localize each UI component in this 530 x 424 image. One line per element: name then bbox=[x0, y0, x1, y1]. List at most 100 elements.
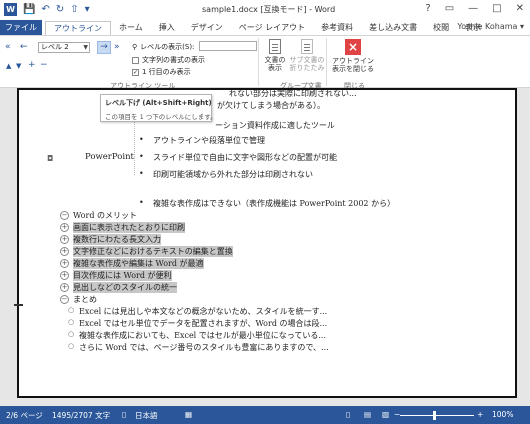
collapse-button[interactable]: − bbox=[40, 60, 48, 70]
table-bullet: 印刷可能領域から外れた部分は印刷されない bbox=[139, 169, 313, 180]
quick-access-toolbar: W 💾 ↶ ↻ ⇧ ▾ bbox=[4, 3, 90, 16]
table-row-label: PowerPoint bbox=[85, 152, 134, 162]
demote-to-body-button[interactable]: » bbox=[114, 42, 120, 52]
expand-icon[interactable]: + bbox=[60, 223, 69, 232]
expand-icon[interactable]: + bbox=[60, 283, 69, 292]
show-text-format-row[interactable]: 文字列の書式の表示 bbox=[132, 55, 205, 65]
outline-item[interactable]: + 画面に表示されたとおりに印刷 bbox=[60, 222, 185, 233]
page-count[interactable]: 2/6 ページ bbox=[6, 410, 43, 421]
ribbon-display-icon[interactable]: ▭ bbox=[445, 3, 454, 14]
outline-text: Word のメリット bbox=[73, 211, 137, 220]
collapse-icon[interactable]: − bbox=[60, 295, 69, 304]
show-text-format-label: 文字列の書式の表示 bbox=[142, 56, 205, 64]
proofing-icon[interactable]: ▯ bbox=[122, 410, 126, 419]
outline-item[interactable]: − Word のメリット bbox=[60, 210, 137, 221]
expand-icon[interactable]: + bbox=[60, 235, 69, 244]
zoom-slider-thumb[interactable] bbox=[433, 411, 436, 420]
show-first-line-checkbox[interactable]: ✓ bbox=[132, 68, 139, 76]
outline-text: 目次作成には Word が便利 bbox=[73, 270, 172, 281]
save-icon[interactable]: 💾 bbox=[23, 3, 35, 16]
close-outline-label-bottom: 表示を閉じる bbox=[332, 65, 374, 73]
close-window-icon[interactable]: ✕ bbox=[516, 3, 524, 14]
outline-text: 複雑な表作成や編集は Word が最適 bbox=[73, 258, 204, 269]
outline-text: まとめ bbox=[73, 295, 97, 304]
expand-button[interactable]: + bbox=[28, 60, 36, 70]
outline-text: 画面に表示されたとおりに印刷 bbox=[73, 222, 185, 233]
tab-mailings[interactable]: 差し込み文書 bbox=[361, 21, 425, 35]
expand-icon[interactable]: + bbox=[60, 247, 69, 256]
chevron-down-icon: ▼ bbox=[83, 44, 88, 51]
minimize-icon[interactable]: — bbox=[468, 3, 478, 14]
outline-subitem[interactable]: Excel には見出しや本文などの概念がないため、スタイルを統一す... bbox=[68, 306, 327, 317]
tab-home[interactable]: ホーム bbox=[111, 21, 151, 35]
tab-page-layout[interactable]: ページ レイアウト bbox=[231, 21, 313, 35]
window-title: sample1.docx [互換モード] - Word bbox=[202, 5, 336, 14]
expand-icon[interactable]: + bbox=[60, 271, 69, 280]
tab-outline[interactable]: アウトライン bbox=[45, 21, 111, 35]
move-down-button[interactable]: ▼ bbox=[16, 61, 21, 71]
demote-tooltip: レベル下げ (Alt+Shift+Right) この項目を 1 つ下のレベルにし… bbox=[100, 94, 217, 122]
show-text-format-checkbox[interactable] bbox=[132, 56, 139, 64]
tab-file[interactable]: ファイル bbox=[0, 20, 42, 35]
group-divider bbox=[326, 38, 327, 86]
tooltip-title: レベル下げ (Alt+Shift+Right) bbox=[105, 99, 212, 107]
maximize-icon[interactable]: □ bbox=[492, 3, 501, 14]
tab-design[interactable]: デザイン bbox=[183, 21, 231, 35]
tab-insert[interactable]: 挿入 bbox=[151, 21, 183, 35]
document-icon bbox=[269, 39, 281, 54]
outline-item[interactable]: + 文字修正などにおけるテキストの編集と置換 bbox=[60, 246, 233, 257]
outline-item[interactable]: + 目次作成には Word が便利 bbox=[60, 270, 172, 281]
outline-text: 複数行にわたる長文入力 bbox=[73, 234, 161, 245]
show-level-select[interactable] bbox=[199, 41, 257, 51]
expand-icon[interactable]: + bbox=[60, 259, 69, 268]
promote-button[interactable]: ← bbox=[20, 42, 28, 52]
print-layout-icon[interactable]: ▤ bbox=[364, 410, 371, 419]
outline-level-select[interactable]: レベル 2 ▼ bbox=[38, 42, 90, 53]
table-bullet: 複雑な表作成はできない（表作成機能は PowerPoint 2002 から） bbox=[139, 198, 395, 209]
show-first-line-label: 1 行目のみ表示 bbox=[142, 68, 191, 76]
word-count[interactable]: 1495/2707 文字 bbox=[52, 410, 110, 421]
outline-item[interactable]: + 複数行にわたる長文入力 bbox=[60, 234, 161, 245]
help-icon[interactable]: ? bbox=[425, 3, 430, 14]
outline-item[interactable]: + 複雑な表作成や編集は Word が最適 bbox=[60, 258, 204, 269]
outline-text: 文字修正などにおけるテキストの編集と置換 bbox=[73, 246, 233, 257]
show-level-icon: ⚲ bbox=[132, 43, 138, 51]
outline-subitem[interactable]: Excel ではセル単位でデータを配置されますが、Word の場合は段... bbox=[68, 318, 327, 329]
tab-references[interactable]: 参考資料 bbox=[313, 21, 361, 35]
close-icon: × bbox=[345, 39, 361, 55]
outline-item[interactable]: − まとめ bbox=[60, 294, 97, 305]
web-layout-icon[interactable]: ▧ bbox=[382, 410, 389, 419]
zoom-level[interactable]: 100% bbox=[492, 410, 513, 419]
table-bullet: スライド単位で自由に文字や図形などの配置が可能 bbox=[139, 152, 337, 163]
collapse-subdocuments-button[interactable]: サブ文書の 折りたたみ bbox=[288, 39, 326, 72]
tab-review[interactable]: 校閲 bbox=[425, 21, 457, 35]
language[interactable]: 日本語 bbox=[135, 410, 158, 421]
collapse-subdocuments-label-bottom: 折りたたみ bbox=[289, 64, 325, 72]
word-logo-icon: W bbox=[4, 3, 17, 16]
outline-item[interactable]: + 見出しなどのスタイルの統一 bbox=[60, 282, 177, 293]
table-row-marker-icon: ◘ bbox=[47, 154, 54, 163]
zoom-slider[interactable] bbox=[400, 415, 474, 416]
undo-icon[interactable]: ↶ bbox=[41, 3, 49, 16]
move-up-button[interactable]: ▲ bbox=[6, 61, 11, 71]
customize-qat-icon[interactable]: ▾ bbox=[85, 3, 90, 16]
outline-subitem[interactable]: さらに Word では、ページ番号のスタイルも豊富にありますので、... bbox=[68, 342, 329, 353]
show-level-label: レベルの表示(S): bbox=[140, 43, 195, 51]
collapse-icon[interactable]: − bbox=[60, 211, 69, 220]
redo-icon[interactable]: ↻ bbox=[56, 3, 64, 16]
user-account[interactable]: Yoshie Kohama ▾ bbox=[457, 22, 524, 31]
zoom-in-icon[interactable]: + bbox=[477, 410, 483, 419]
demote-button[interactable]: → bbox=[97, 41, 111, 54]
document-page[interactable]: れない部分は実際に印刷されない... が欠けてしまう場合がある）。 ーション資料… bbox=[17, 88, 517, 398]
ribbon-tabs: ファイル アウトライン ホーム 挿入 デザイン ページ レイアウト 参考資料 差… bbox=[0, 20, 530, 35]
promote-to-heading-button[interactable]: « bbox=[5, 42, 11, 52]
close-outline-label-top: アウトライン bbox=[332, 57, 374, 65]
title-bar: W 💾 ↶ ↻ ⇧ ▾ sample1.docx [互換モード] - Word … bbox=[0, 0, 530, 20]
outline-subitem[interactable]: 複雑な表作成においても、Excel ではセルが最小単位になっている... bbox=[68, 330, 326, 341]
close-outline-view-button[interactable]: × アウトライン 表示を閉じる bbox=[330, 39, 376, 73]
touch-mode-icon[interactable]: ⇧ bbox=[70, 3, 78, 16]
macro-icon[interactable]: ▦ bbox=[185, 410, 192, 419]
show-first-line-row[interactable]: ✓ 1 行目のみ表示 bbox=[132, 67, 191, 77]
read-mode-icon[interactable]: ▯ bbox=[346, 410, 350, 419]
collapse-subdocuments-label-top: サブ文書の bbox=[289, 56, 325, 64]
